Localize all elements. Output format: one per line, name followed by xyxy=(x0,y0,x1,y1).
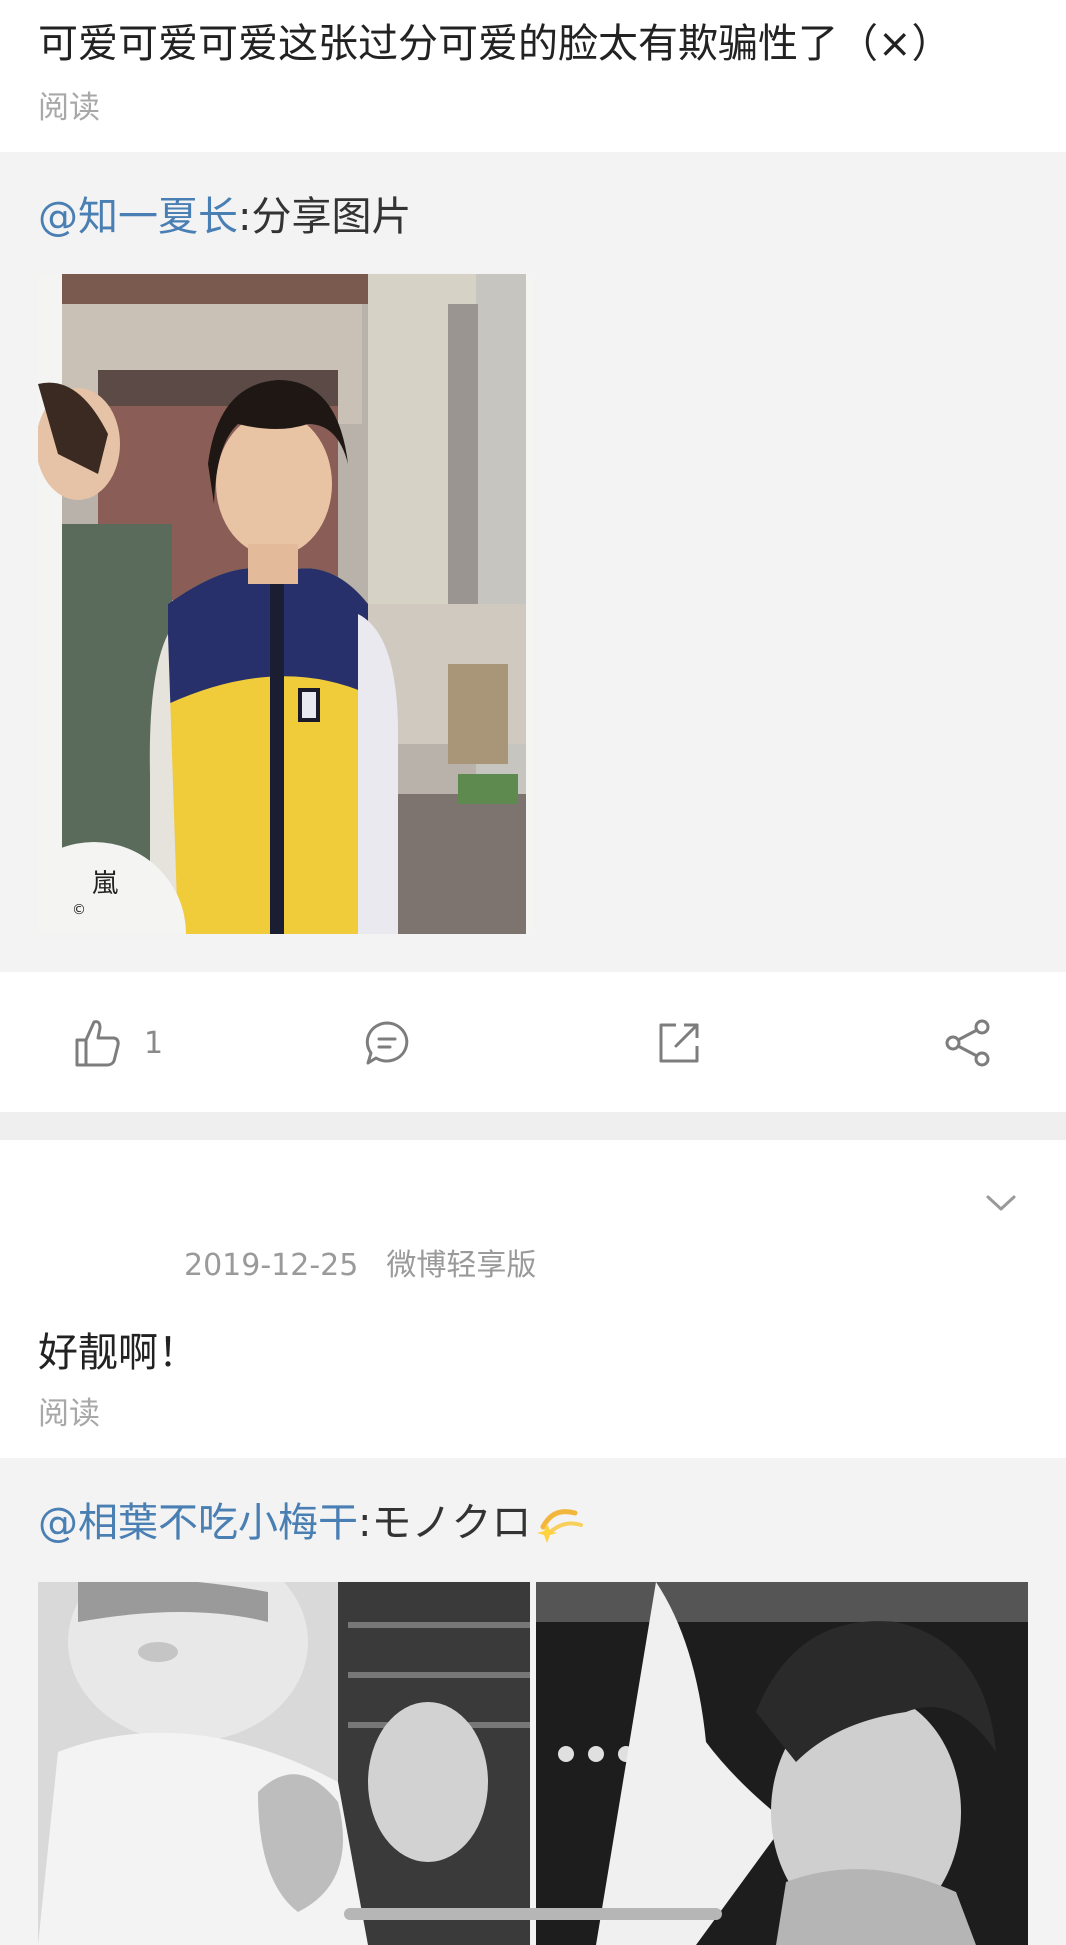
repost-text: :モノクロ xyxy=(358,1500,532,1546)
post-text[interactable]: 可爱可爱可爱这张过分可爱的脸太有欺骗性了（×） xyxy=(38,14,952,74)
grid-photo-2[interactable] xyxy=(536,1582,1028,1945)
share-icon xyxy=(945,1019,990,1067)
comment-button[interactable] xyxy=(364,1018,410,1068)
photo-illustration xyxy=(38,1582,530,1945)
photo-illustration: 嵐 © xyxy=(38,274,526,934)
repost-line: @知一夏长:分享图片 xyxy=(38,188,411,246)
mention-link[interactable]: @相葉不吃小梅干 xyxy=(38,1500,358,1546)
dizzy-emoji-icon xyxy=(537,1509,584,1543)
shared-photo[interactable]: 嵐 © xyxy=(38,274,534,934)
like-count: 1 xyxy=(144,1025,164,1061)
svg-text:嵐: 嵐 xyxy=(92,869,118,899)
chevron-down-icon[interactable] xyxy=(984,1192,1018,1214)
svg-text:©: © xyxy=(72,902,86,918)
read-label: 阅读 xyxy=(38,90,100,126)
post-source: 微博轻享版 xyxy=(386,1248,537,1283)
repost-text: :分享图片 xyxy=(238,194,412,240)
post-text[interactable]: 好靓啊！ xyxy=(38,1320,198,1378)
reposted-content[interactable]: @知一夏长:分享图片 嵐 © xyxy=(0,152,1066,972)
post-card[interactable]: 2019-12-25 微博轻享版 好靓啊！ 阅读 xyxy=(0,1140,1066,1458)
grid-photo-1[interactable] xyxy=(38,1582,530,1945)
repost-line: @相葉不吃小梅干:モノクロ xyxy=(38,1494,589,1552)
repost-icon xyxy=(659,1023,699,1063)
read-label: 阅读 xyxy=(38,1396,100,1432)
home-indicator[interactable] xyxy=(344,1908,722,1920)
comment-icon xyxy=(365,1021,409,1065)
post-meta: 2019-12-25 微博轻享版 xyxy=(184,1240,536,1284)
mention-link[interactable]: @知一夏长 xyxy=(38,194,238,240)
share-button[interactable] xyxy=(944,1018,992,1068)
post-card-top: 可爱可爱可爱这张过分可爱的脸太有欺骗性了（×） 阅读 xyxy=(0,0,1066,152)
post-date: 2019-12-25 xyxy=(184,1248,359,1283)
reposted-content[interactable]: @相葉不吃小梅干:モノクロ xyxy=(0,1458,1066,1945)
like-button[interactable]: 1 xyxy=(74,1018,163,1068)
action-bar: 1 xyxy=(0,972,1066,1112)
photo-illustration xyxy=(536,1582,1028,1945)
feed-separator xyxy=(0,1112,1066,1140)
repost-button[interactable] xyxy=(656,1018,702,1068)
thumbs-up-icon xyxy=(75,1020,120,1067)
